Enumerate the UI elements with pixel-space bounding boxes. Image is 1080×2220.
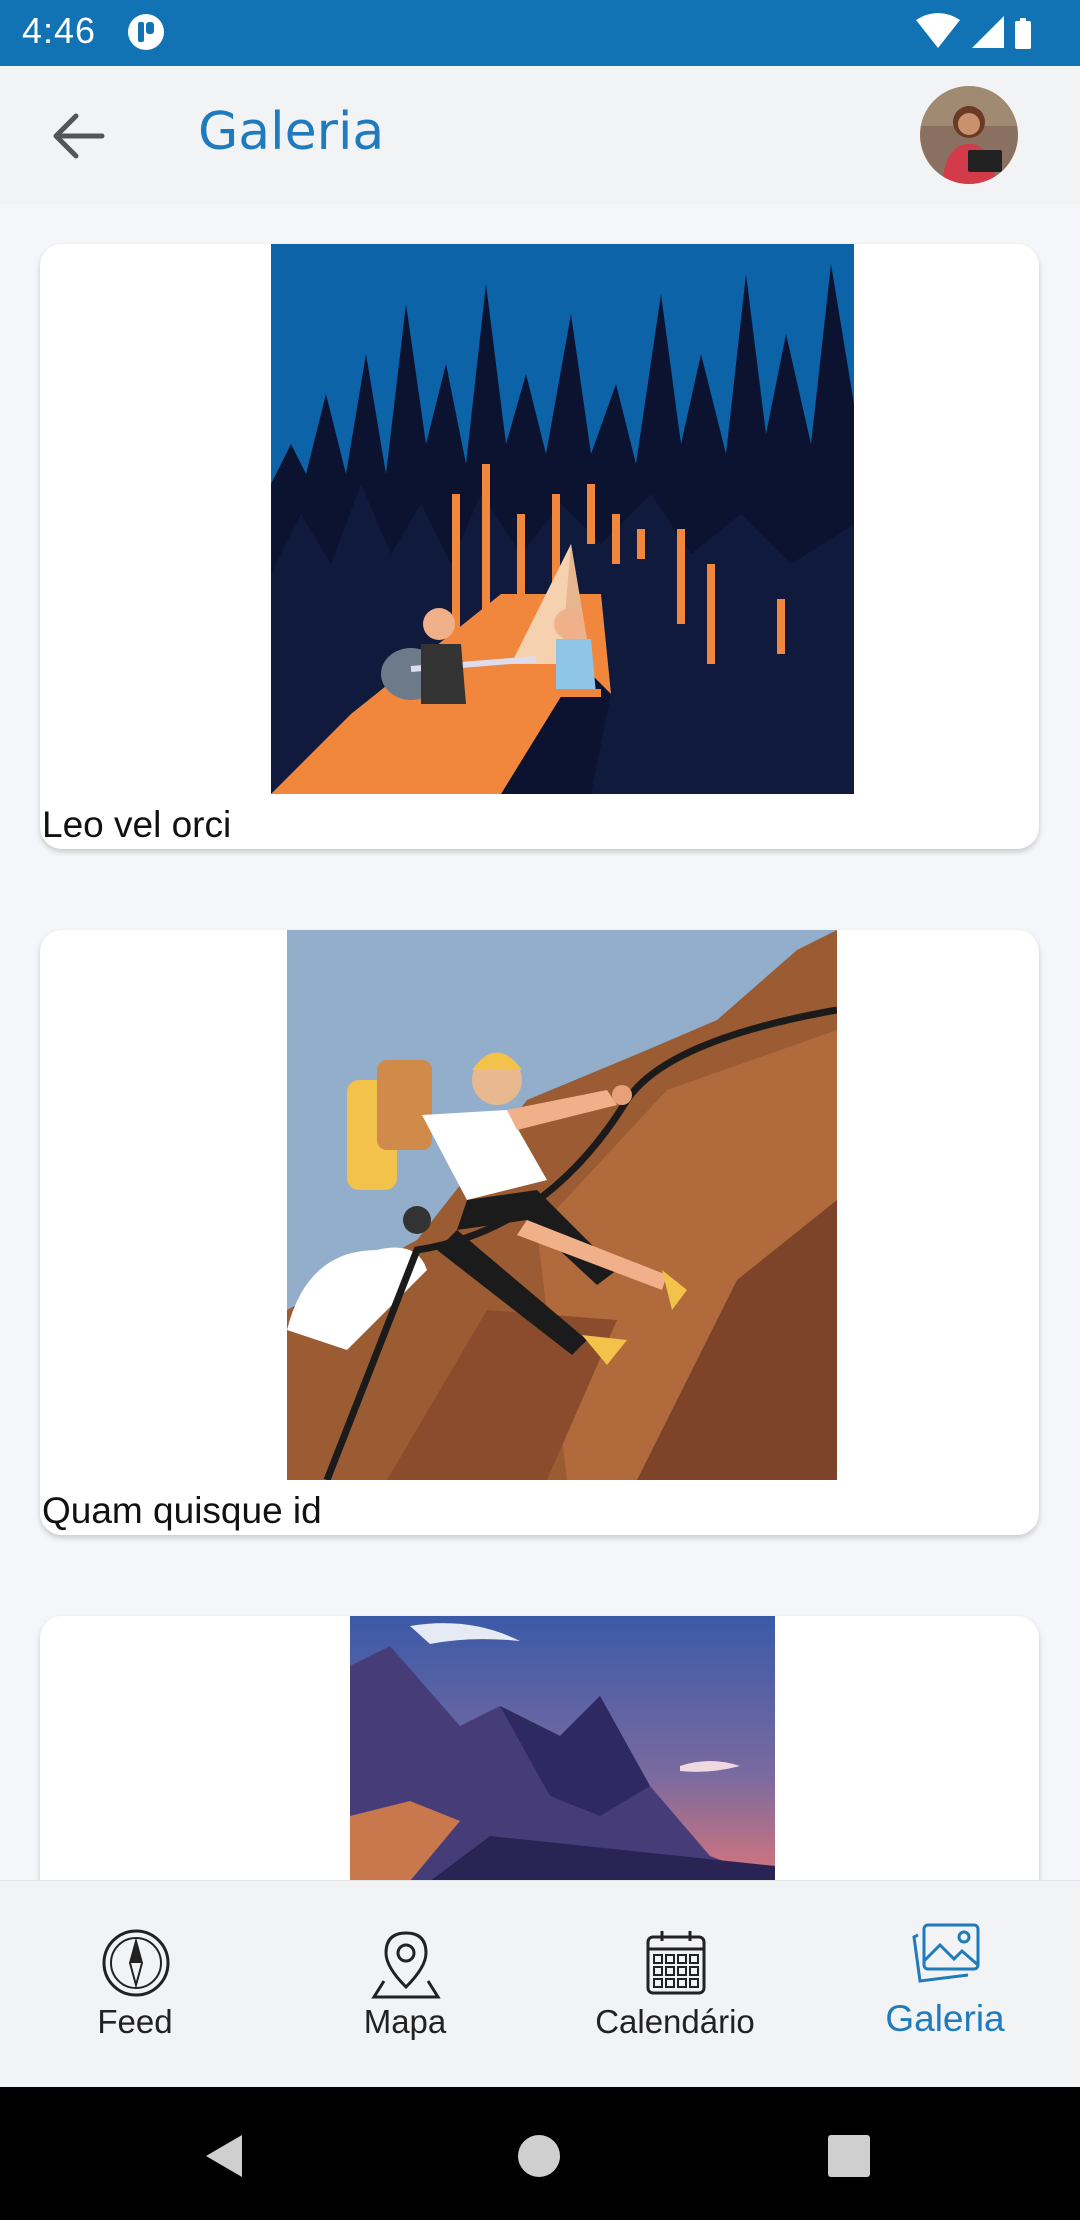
app-notification-icon [128,14,164,50]
gallery-card[interactable]: Quam quisque id [40,930,1039,1535]
compass-icon [102,1929,170,1997]
home-circle-icon[interactable] [514,2131,564,2181]
back-triangle-icon[interactable] [200,2131,250,2181]
gallery-caption: Leo vel orci [42,804,232,845]
app-bar: Galeria [0,66,1080,204]
nav-label: Calendário [595,2003,755,2040]
gallery-list[interactable]: Leo vel orci Quam quisque id [0,204,1080,1880]
nav-item-feed[interactable]: Feed [0,1881,270,2088]
nav-item-galeria[interactable]: Galeria [810,1881,1080,2088]
nav-label: Mapa [363,2003,447,2040]
cell-signal-icon [972,16,1004,48]
system-navigation-bar [0,2087,1080,2220]
recents-square-icon[interactable] [826,2133,872,2179]
wifi-icon [916,13,960,48]
calendar-icon [646,1931,706,1995]
gallery-icon [912,1923,980,1983]
status-time: 4:46 [22,10,97,51]
nav-item-mapa[interactable]: Mapa [270,1881,540,2088]
gallery-caption: Quam quisque id [42,1490,322,1531]
nav-label: Galeria [885,1998,1005,2039]
gallery-card[interactable]: Leo vel orci [40,244,1039,849]
rock-climber-illustration [287,930,837,1480]
system-status-icons [916,13,1031,49]
page-title: Galeria [198,102,385,162]
gallery-card[interactable] [40,1616,1039,1880]
nav-item-calendario[interactable]: Calendário [540,1881,810,2088]
battery-icon [1015,21,1031,49]
map-pin-icon [371,1931,441,1999]
campfire-guitar-illustration [271,244,854,794]
user-avatar[interactable] [920,86,1018,184]
status-bar: 4:46 [0,0,1080,66]
mountain-sunset-illustration [350,1616,775,1880]
arrow-left-icon[interactable] [44,106,112,166]
bottom-navigation: Feed Mapa Calendário Galeria [0,1880,1080,2087]
nav-label: Feed [97,2003,173,2040]
